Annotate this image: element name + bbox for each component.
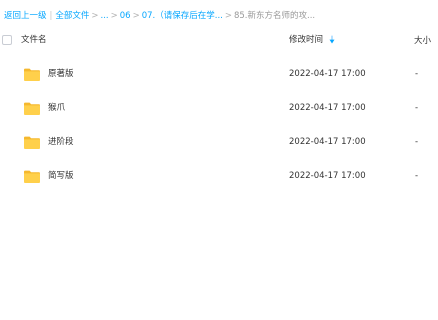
file-size: - (415, 69, 419, 79)
breadcrumb-all-files-link[interactable]: 全部文件 (55, 9, 89, 23)
file-row[interactable]: 简写版 2022-04-17 17:00 - (0, 159, 438, 193)
file-modified-time: 2022-04-17 17:00 (289, 69, 366, 79)
file-name[interactable]: 原著版 (48, 68, 74, 80)
breadcrumb-back-link[interactable]: 返回上一级 (4, 9, 47, 23)
folder-icon (24, 68, 40, 81)
file-modified-time: 2022-04-17 17:00 (289, 103, 366, 113)
breadcrumb-separator: > (132, 11, 140, 21)
file-row[interactable]: 原著版 2022-04-17 17:00 - (0, 57, 438, 91)
file-size: - (415, 103, 419, 113)
file-size: - (415, 137, 419, 147)
breadcrumb-ellipsis-link[interactable]: ... (101, 9, 109, 23)
file-list-header: 文件名 修改时间 大小 (0, 28, 438, 54)
select-all-checkbox[interactable] (2, 35, 12, 45)
column-header-time-label: 修改时间 (289, 35, 324, 45)
file-modified-time: 2022-04-17 17:00 (289, 137, 366, 147)
file-list: 原著版 2022-04-17 17:00 - 猴爪 2022-04-17 17:… (0, 57, 438, 193)
file-name[interactable]: 简写版 (48, 170, 74, 182)
sort-icon[interactable] (329, 35, 335, 44)
breadcrumb-separator: > (91, 11, 99, 21)
file-size: - (415, 171, 419, 181)
breadcrumb-separator: > (224, 11, 232, 21)
breadcrumb-folder-06-link[interactable]: 06 (120, 9, 131, 23)
file-row[interactable]: 进阶段 2022-04-17 17:00 - (0, 125, 438, 159)
column-header-time[interactable]: 修改时间 (289, 34, 335, 46)
file-modified-time: 2022-04-17 17:00 (289, 171, 366, 181)
file-name[interactable]: 猴爪 (48, 102, 65, 114)
folder-icon (24, 102, 40, 115)
file-name[interactable]: 进阶段 (48, 136, 74, 148)
folder-icon (24, 136, 40, 149)
file-row[interactable]: 猴爪 2022-04-17 17:00 - (0, 91, 438, 125)
breadcrumb-divider: | (49, 11, 53, 21)
folder-icon (24, 170, 40, 183)
breadcrumb: 返回上一级 | 全部文件 >... >06 >07.（请保存后在学... >85.新东方名师… (4, 9, 434, 23)
column-header-size[interactable]: 大小 (414, 35, 431, 47)
breadcrumb-separator: > (110, 11, 118, 21)
breadcrumb-current: 85.新东方名师的攻... (233, 11, 316, 21)
breadcrumb-folder-07-link[interactable]: 07.（请保存后在学... (142, 9, 223, 23)
column-header-name[interactable]: 文件名 (21, 34, 47, 46)
